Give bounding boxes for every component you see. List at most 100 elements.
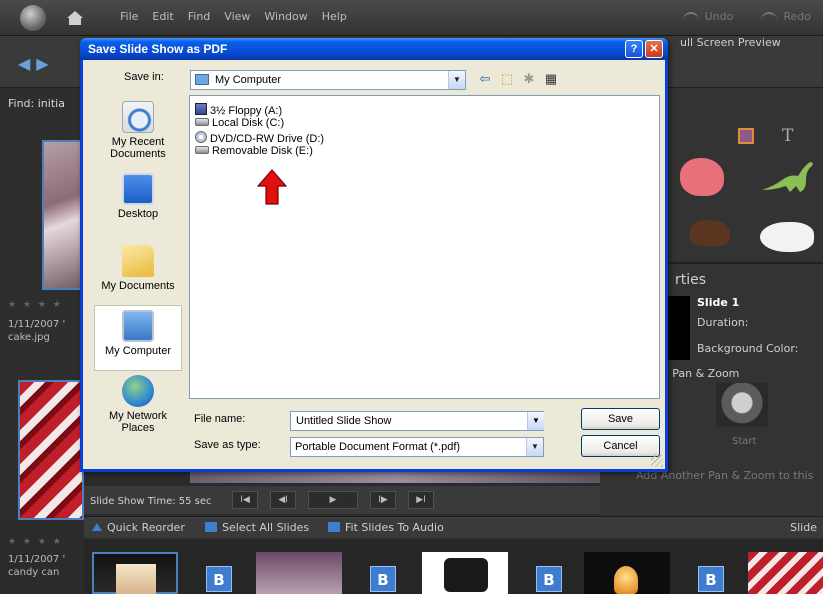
duration-label: Duration:: [697, 316, 749, 329]
slide-show-time: Slide Show Time: 55 sec: [90, 496, 212, 507]
select-all-label: Select All Slides: [222, 521, 310, 534]
clipart-deer[interactable]: [690, 220, 730, 246]
save-in-value: My Computer: [215, 74, 282, 86]
save-as-type-label: Save as type:: [194, 439, 261, 451]
file-item-label: DVD/CD-RW Drive (D:): [210, 133, 325, 145]
place-my-documents[interactable]: My Documents: [94, 245, 182, 292]
pan-zoom-start-thumbnail[interactable]: [716, 383, 768, 427]
floppy-icon: [195, 103, 207, 115]
select-all-slides-button[interactable]: Select All Slides: [205, 521, 309, 534]
new-folder-icon[interactable]: ✱: [521, 71, 537, 87]
menu-help[interactable]: Help: [322, 10, 347, 23]
menu-view[interactable]: View: [224, 10, 250, 23]
save-as-type-dropdown[interactable]: Portable Document Format (*.pdf) ▼: [290, 437, 544, 457]
first-slide-button[interactable]: I◀: [232, 491, 258, 509]
filmstrip-slide-dessert[interactable]: [256, 552, 342, 594]
transition-badge[interactable]: B: [206, 566, 232, 592]
clipart-bunny[interactable]: [760, 222, 814, 252]
background-color-label: Background Color:: [697, 342, 799, 355]
select-all-icon: [205, 522, 217, 532]
cake-image: [116, 564, 156, 594]
menu-find[interactable]: Find: [188, 10, 211, 23]
menu-file[interactable]: File: [120, 10, 138, 23]
previous-slide-button[interactable]: ◀I: [270, 491, 296, 509]
play-button[interactable]: ▶: [308, 491, 358, 509]
redo-button[interactable]: Redo: [761, 10, 811, 23]
transition-badge[interactable]: B: [698, 566, 724, 592]
filmstrip-slide-candy[interactable]: [748, 552, 823, 594]
dialog-title-bar[interactable]: Save Slide Show as PDF ? ✕: [80, 38, 668, 60]
up-folder-icon[interactable]: ⬚: [499, 71, 515, 87]
file-item-label: 3½ Floppy (A:): [210, 105, 283, 117]
text-tool-icon[interactable]: T: [782, 126, 793, 146]
rating-stars[interactable]: ★ ★ ★ ★: [8, 300, 63, 310]
photo-info: 1/11/2007 ' cake.jpg: [8, 318, 65, 344]
back-forward-icon[interactable]: ◀▶: [18, 54, 55, 73]
place-network-places[interactable]: My Network Places: [94, 375, 182, 434]
my-documents-icon: [122, 245, 154, 277]
photo-date-bottom: 1/11/2007 ': [8, 554, 66, 565]
place-label: My Network Places: [108, 410, 168, 434]
file-name-label: File name:: [194, 413, 246, 425]
cancel-button[interactable]: Cancel: [581, 435, 660, 457]
photo-info-bottom: 1/11/2007 ' candy can: [8, 553, 65, 579]
full-screen-preview-button[interactable]: ull Screen Preview: [680, 36, 781, 49]
file-item-label: Removable Disk (E:): [212, 145, 313, 157]
back-arrow-icon[interactable]: ⇦: [477, 71, 493, 87]
file-item-local-disk[interactable]: Local Disk (C:): [195, 117, 284, 130]
candle-image: [614, 566, 638, 594]
dvd-icon: [195, 131, 207, 143]
view-menu-icon[interactable]: ▦: [543, 71, 559, 87]
file-item-floppy[interactable]: 3½ Floppy (A:): [195, 103, 282, 118]
file-name-input[interactable]: [290, 411, 544, 431]
app-logo-icon[interactable]: [20, 5, 46, 31]
quick-reorder-icon: [92, 523, 102, 531]
place-my-computer[interactable]: My Computer: [94, 305, 182, 371]
dialog-toolbar: ⇦ ⬚ ✱ ▦: [477, 71, 559, 87]
filmstrip-slide-camera[interactable]: [422, 552, 508, 594]
next-slide-button[interactable]: I▶: [370, 491, 396, 509]
slide-name: Slide 1: [697, 296, 740, 309]
close-button[interactable]: ✕: [645, 40, 663, 58]
filmstrip-slide-cake[interactable]: [92, 552, 178, 594]
home-icon[interactable]: [66, 9, 84, 27]
undo-button[interactable]: Undo: [683, 10, 734, 23]
filmstrip-slide-candle[interactable]: [584, 552, 670, 594]
action-bar: [84, 516, 823, 538]
clipart-pig[interactable]: [680, 158, 724, 196]
quick-reorder-button[interactable]: Quick Reorder: [92, 521, 185, 534]
camera-image: [444, 558, 488, 592]
slide-strip-preview: [190, 471, 600, 483]
fit-audio-icon: [328, 522, 340, 532]
transition-badge[interactable]: B: [370, 566, 396, 592]
rating-stars-bottom[interactable]: ★ ★ ★ ★: [8, 537, 63, 547]
resize-grip-icon[interactable]: [651, 455, 663, 467]
file-item-removable-disk[interactable]: Removable Disk (E:): [195, 145, 313, 158]
menu-edit[interactable]: Edit: [152, 10, 173, 23]
drive-icon: [195, 146, 209, 154]
my-computer-small-icon: [195, 74, 209, 85]
place-desktop[interactable]: Desktop: [94, 173, 182, 220]
menu-window[interactable]: Window: [264, 10, 307, 23]
chevron-down-icon[interactable]: ▼: [448, 71, 465, 89]
fit-slides-to-audio-button[interactable]: Fit Slides To Audio: [328, 521, 444, 534]
chevron-down-icon[interactable]: ▼: [526, 438, 543, 456]
file-list[interactable]: 3½ Floppy (A:) Local Disk (C:) DVD/CD-RW…: [189, 95, 660, 399]
chevron-down-icon[interactable]: ▼: [527, 412, 544, 430]
photo-thumbnail-candy[interactable]: [18, 380, 84, 520]
undo-redo-group: Undo Redo: [683, 10, 811, 23]
desktop-icon: [122, 173, 154, 205]
save-in-dropdown[interactable]: My Computer ▼: [190, 70, 466, 90]
file-item-dvd-drive[interactable]: DVD/CD-RW Drive (D:): [195, 131, 324, 146]
transition-badge[interactable]: B: [536, 566, 562, 592]
main-menu: File Edit Find View Window Help: [120, 10, 347, 23]
place-label: My Computer: [104, 345, 172, 357]
help-button[interactable]: ?: [625, 40, 643, 58]
last-slide-button[interactable]: ▶I: [408, 491, 434, 509]
save-button[interactable]: Save: [581, 408, 660, 430]
place-recent-documents[interactable]: My Recent Documents: [94, 101, 182, 160]
pan-zoom-label[interactable]: e Pan & Zoom: [662, 367, 739, 380]
slide-menu-label[interactable]: Slide: [790, 521, 817, 534]
clipart-dinosaur[interactable]: [760, 160, 816, 196]
graphics-icon[interactable]: [738, 128, 754, 144]
